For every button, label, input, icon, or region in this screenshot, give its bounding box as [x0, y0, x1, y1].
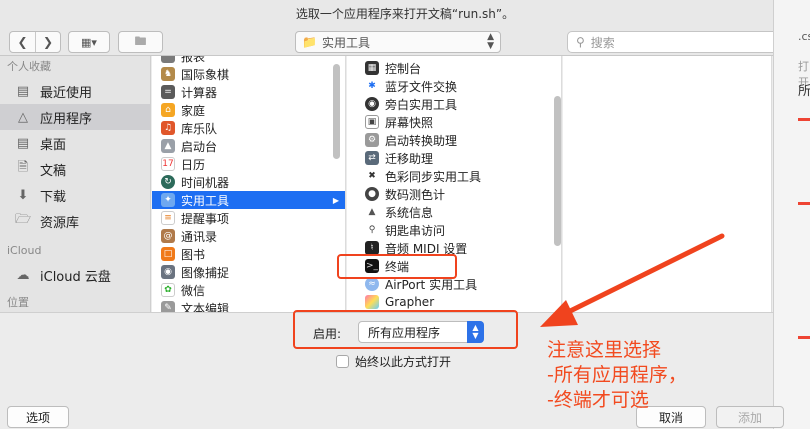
annotation-line: 注意这里选择 [547, 339, 662, 361]
annotation-line: -所有应用程序， [547, 364, 687, 386]
annotation-line: -终端才可选 [547, 389, 649, 411]
annotation-text: 注意这里选择 -所有应用程序， -终端才可选 [547, 338, 717, 413]
